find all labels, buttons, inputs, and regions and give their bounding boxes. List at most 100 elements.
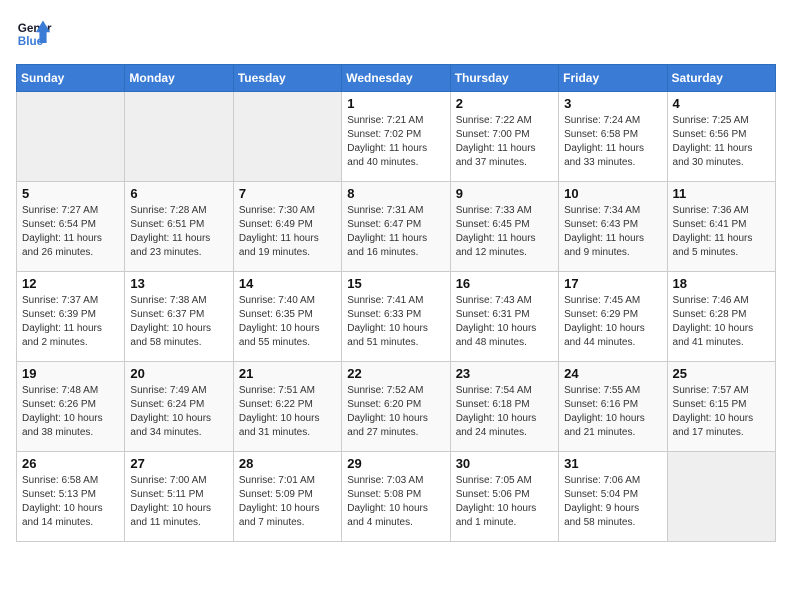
- day-number: 17: [564, 276, 661, 291]
- day-info: Sunrise: 7:38 AM Sunset: 6:37 PM Dayligh…: [130, 294, 227, 350]
- day-number: 5: [22, 186, 119, 201]
- day-number: 21: [239, 366, 336, 381]
- day-info: Sunrise: 7:33 AM Sunset: 6:45 PM Dayligh…: [456, 204, 553, 260]
- day-number: 19: [22, 366, 119, 381]
- calendar-cell: 27 Sunrise: 7:00 AM Sunset: 5:11 PM Dayli…: [125, 452, 233, 542]
- col-thursday: Thursday: [450, 65, 558, 92]
- col-friday: Friday: [559, 65, 667, 92]
- day-number: 22: [347, 366, 444, 381]
- calendar-cell: [17, 92, 125, 182]
- day-info: Sunrise: 7:28 AM Sunset: 6:51 PM Dayligh…: [130, 204, 227, 260]
- day-number: 7: [239, 186, 336, 201]
- calendar-cell: 15Sunrise: 7:41 AM Sunset: 6:33 PM Dayli…: [342, 272, 450, 362]
- day-number: 28: [239, 456, 336, 471]
- day-number: 23: [456, 366, 553, 381]
- calendar-cell: 10 Sunrise: 7:34 AM Sunset: 6:43 PM Dayli…: [559, 182, 667, 272]
- calendar-cell: 23 Sunrise: 7:54 AM Sunset: 6:18 PM Dayli…: [450, 362, 558, 452]
- calendar-cell: 29 Sunrise: 7:03 AM Sunset: 5:08 PM Dayli…: [342, 452, 450, 542]
- day-info: Sunrise: 7:57 AM Sunset: 6:15 PM Dayligh…: [673, 384, 770, 440]
- calendar-cell: 3 Sunrise: 7:24 AM Sunset: 6:58 PM Daylig…: [559, 92, 667, 182]
- day-info: Sunrise: 6:58 AM Sunset: 5:13 PM Dayligh…: [22, 474, 119, 530]
- day-info: Sunrise: 7:51 AM Sunset: 6:22 PM Dayligh…: [239, 384, 336, 440]
- day-info: Sunrise: 7:30 AM Sunset: 6:49 PM Dayligh…: [239, 204, 336, 260]
- calendar-cell: 21 Sunrise: 7:51 AM Sunset: 6:22 PM Dayli…: [233, 362, 341, 452]
- day-info: Sunrise: 7:55 AM Sunset: 6:16 PM Dayligh…: [564, 384, 661, 440]
- day-info: Sunrise: 7:27 AM Sunset: 6:54 PM Dayligh…: [22, 204, 119, 260]
- calendar-cell: 25 Sunrise: 7:57 AM Sunset: 6:15 PM Dayli…: [667, 362, 775, 452]
- day-info: Sunrise: 7:03 AM Sunset: 5:08 PM Dayligh…: [347, 474, 444, 530]
- day-info: Sunrise: 7:52 AM Sunset: 6:20 PM Dayligh…: [347, 384, 444, 440]
- calendar-cell: 18 Sunrise: 7:46 AM Sunset: 6:28 PM Dayli…: [667, 272, 775, 362]
- day-number: 12: [22, 276, 119, 291]
- calendar-cell: 7 Sunrise: 7:30 AM Sunset: 6:49 PM Daylig…: [233, 182, 341, 272]
- week-row-1: 1Sunrise: 7:21 AM Sunset: 7:02 PM Daylig…: [17, 92, 776, 182]
- calendar-cell: 4 Sunrise: 7:25 AM Sunset: 6:56 PM Daylig…: [667, 92, 775, 182]
- logo-icon: General Blue: [16, 16, 52, 52]
- day-info: Sunrise: 7:25 AM Sunset: 6:56 PM Dayligh…: [673, 114, 770, 170]
- week-row-3: 12 Sunrise: 7:37 AM Sunset: 6:39 PM Dayli…: [17, 272, 776, 362]
- calendar-cell: 14Sunrise: 7:40 AM Sunset: 6:35 PM Dayli…: [233, 272, 341, 362]
- day-info: Sunrise: 7:36 AM Sunset: 6:41 PM Dayligh…: [673, 204, 770, 260]
- day-number: 14: [239, 276, 336, 291]
- calendar-table: Sunday Monday Tuesday Wednesday Thursday…: [16, 64, 776, 542]
- calendar-cell: 13 Sunrise: 7:38 AM Sunset: 6:37 PM Dayli…: [125, 272, 233, 362]
- day-info: Sunrise: 7:34 AM Sunset: 6:43 PM Dayligh…: [564, 204, 661, 260]
- calendar-cell: 24 Sunrise: 7:55 AM Sunset: 6:16 PM Dayli…: [559, 362, 667, 452]
- calendar-cell: 11 Sunrise: 7:36 AM Sunset: 6:41 PM Dayli…: [667, 182, 775, 272]
- calendar-cell: 31Sunrise: 7:06 AM Sunset: 5:04 PM Dayli…: [559, 452, 667, 542]
- week-row-5: 26 Sunrise: 6:58 AM Sunset: 5:13 PM Dayli…: [17, 452, 776, 542]
- calendar-cell: [667, 452, 775, 542]
- day-number: 10: [564, 186, 661, 201]
- week-row-2: 5 Sunrise: 7:27 AM Sunset: 6:54 PM Daylig…: [17, 182, 776, 272]
- day-number: 26: [22, 456, 119, 471]
- day-number: 24: [564, 366, 661, 381]
- day-info: Sunrise: 7:48 AM Sunset: 6:26 PM Dayligh…: [22, 384, 119, 440]
- day-info: Sunrise: 7:49 AM Sunset: 6:24 PM Dayligh…: [130, 384, 227, 440]
- col-wednesday: Wednesday: [342, 65, 450, 92]
- calendar-cell: 30 Sunrise: 7:05 AM Sunset: 5:06 PM Dayli…: [450, 452, 558, 542]
- day-number: 6: [130, 186, 227, 201]
- day-number: 8: [347, 186, 444, 201]
- calendar-header-row: Sunday Monday Tuesday Wednesday Thursday…: [17, 65, 776, 92]
- calendar-cell: 9Sunrise: 7:33 AM Sunset: 6:45 PM Daylig…: [450, 182, 558, 272]
- day-info: Sunrise: 7:37 AM Sunset: 6:39 PM Dayligh…: [22, 294, 119, 350]
- day-number: 27: [130, 456, 227, 471]
- calendar-cell: 28 Sunrise: 7:01 AM Sunset: 5:09 PM Dayli…: [233, 452, 341, 542]
- day-number: 2: [456, 96, 553, 111]
- calendar-cell: 22 Sunrise: 7:52 AM Sunset: 6:20 PM Dayli…: [342, 362, 450, 452]
- calendar-cell: 12 Sunrise: 7:37 AM Sunset: 6:39 PM Dayli…: [17, 272, 125, 362]
- day-info: Sunrise: 7:54 AM Sunset: 6:18 PM Dayligh…: [456, 384, 553, 440]
- day-info: Sunrise: 7:24 AM Sunset: 6:58 PM Dayligh…: [564, 114, 661, 170]
- calendar-cell: 2 Sunrise: 7:22 AM Sunset: 7:00 PM Daylig…: [450, 92, 558, 182]
- day-info: Sunrise: 7:22 AM Sunset: 7:00 PM Dayligh…: [456, 114, 553, 170]
- day-info: Sunrise: 7:43 AM Sunset: 6:31 PM Dayligh…: [456, 294, 553, 350]
- day-info: Sunrise: 7:41 AM Sunset: 6:33 PM Dayligh…: [347, 294, 444, 350]
- day-info: Sunrise: 7:31 AM Sunset: 6:47 PM Dayligh…: [347, 204, 444, 260]
- day-number: 13: [130, 276, 227, 291]
- day-info: Sunrise: 7:01 AM Sunset: 5:09 PM Dayligh…: [239, 474, 336, 530]
- day-info: Sunrise: 7:45 AM Sunset: 6:29 PM Dayligh…: [564, 294, 661, 350]
- calendar-cell: [125, 92, 233, 182]
- col-monday: Monday: [125, 65, 233, 92]
- day-number: 18: [673, 276, 770, 291]
- col-sunday: Sunday: [17, 65, 125, 92]
- day-number: 16: [456, 276, 553, 291]
- day-number: 1: [347, 96, 444, 111]
- calendar-cell: 5 Sunrise: 7:27 AM Sunset: 6:54 PM Daylig…: [17, 182, 125, 272]
- day-number: 4: [673, 96, 770, 111]
- day-number: 11: [673, 186, 770, 201]
- day-info: Sunrise: 7:05 AM Sunset: 5:06 PM Dayligh…: [456, 474, 553, 530]
- day-number: 30: [456, 456, 553, 471]
- col-tuesday: Tuesday: [233, 65, 341, 92]
- col-saturday: Saturday: [667, 65, 775, 92]
- page-header: General Blue: [16, 16, 776, 52]
- day-number: 29: [347, 456, 444, 471]
- calendar-cell: 8 Sunrise: 7:31 AM Sunset: 6:47 PM Daylig…: [342, 182, 450, 272]
- day-number: 3: [564, 96, 661, 111]
- calendar-cell: 19 Sunrise: 7:48 AM Sunset: 6:26 PM Dayli…: [17, 362, 125, 452]
- day-info: Sunrise: 7:00 AM Sunset: 5:11 PM Dayligh…: [130, 474, 227, 530]
- day-number: 25: [673, 366, 770, 381]
- day-info: Sunrise: 7:46 AM Sunset: 6:28 PM Dayligh…: [673, 294, 770, 350]
- calendar-cell: 17 Sunrise: 7:45 AM Sunset: 6:29 PM Dayli…: [559, 272, 667, 362]
- calendar-cell: 6 Sunrise: 7:28 AM Sunset: 6:51 PM Daylig…: [125, 182, 233, 272]
